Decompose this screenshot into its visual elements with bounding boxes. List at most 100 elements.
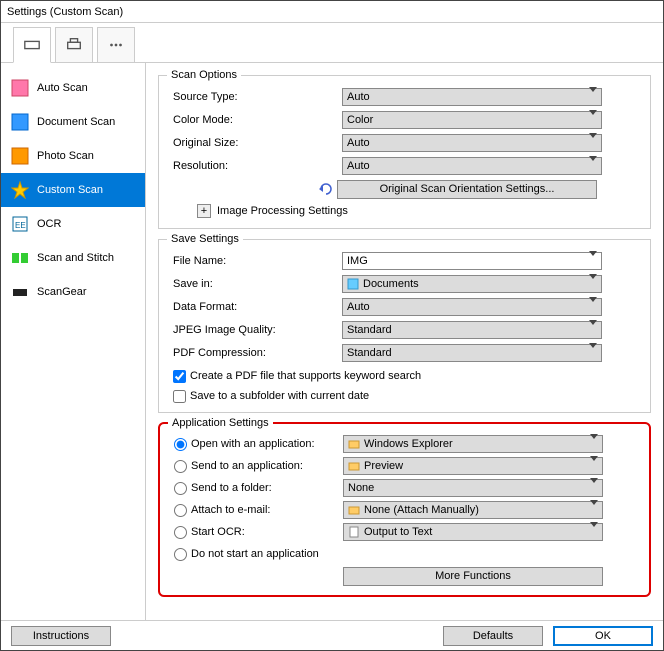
data-format-value: Auto (347, 301, 370, 313)
reload-icon[interactable] (317, 182, 337, 196)
sidebar-item-scangear[interactable]: ScanGear (1, 275, 145, 309)
sidebar-item-label: OCR (37, 218, 61, 230)
jpeg-quality-label: JPEG Image Quality: (167, 324, 342, 336)
orientation-settings-button[interactable]: Original Scan Orientation Settings... (337, 180, 597, 199)
chevron-down-icon (589, 348, 597, 360)
more-functions-button[interactable]: More Functions (343, 567, 603, 586)
resolution-value: Auto (347, 160, 370, 172)
folder-icon (348, 504, 360, 516)
sidebar-item-label: Scan and Stitch (37, 252, 114, 264)
sidebar-item-photo-scan[interactable]: Photo Scan (1, 139, 145, 173)
chevron-down-icon (589, 302, 597, 314)
chevron-down-icon (590, 505, 598, 517)
chevron-down-icon (590, 483, 598, 495)
do-not-start-label: Do not start an application (191, 548, 319, 560)
do-not-start-radio[interactable] (174, 548, 187, 561)
sidebar-item-auto-scan[interactable]: Auto Scan (1, 71, 145, 105)
chevron-down-icon (589, 115, 597, 127)
auto-scan-icon (11, 79, 29, 97)
color-mode-combo[interactable]: Color (342, 111, 602, 129)
defaults-button[interactable]: Defaults (443, 626, 543, 646)
file-name-value: IMG (347, 255, 368, 267)
open-with-value: Windows Explorer (364, 438, 453, 450)
save-in-label: Save in: (167, 278, 342, 290)
source-type-value: Auto (347, 91, 370, 103)
start-ocr-radio[interactable] (174, 526, 187, 539)
subfolder-label: Save to a subfolder with current date (190, 390, 369, 402)
sidebar-item-document-scan[interactable]: Document Scan (1, 105, 145, 139)
more-icon (107, 36, 125, 54)
toolbar-tab-scanner[interactable] (13, 27, 51, 63)
color-mode-value: Color (347, 114, 373, 126)
send-app-combo[interactable]: Preview (343, 457, 603, 475)
pdf-keyword-checkbox[interactable] (173, 370, 186, 383)
file-name-label: File Name: (167, 255, 342, 267)
main-panel: Scan Options Source Type: Auto Color Mod… (146, 63, 663, 620)
subfolder-checkbox[interactable] (173, 390, 186, 403)
original-size-combo[interactable]: Auto (342, 134, 602, 152)
data-format-combo[interactable]: Auto (342, 298, 602, 316)
sidebar-item-label: ScanGear (37, 286, 87, 298)
toolbar-tab-more[interactable] (97, 27, 135, 63)
data-format-label: Data Format: (167, 301, 342, 313)
instructions-button[interactable]: Instructions (11, 626, 111, 646)
stitch-icon (11, 249, 29, 267)
start-ocr-value: Output to Text (364, 526, 432, 538)
source-type-label: Source Type: (167, 91, 342, 103)
start-ocr-label: Start OCR: (191, 526, 245, 538)
save-in-combo[interactable]: Documents (342, 275, 602, 293)
sidebar-item-custom-scan[interactable]: Custom Scan (1, 173, 145, 207)
chevron-down-icon (589, 138, 597, 150)
file-name-combo[interactable]: IMG (342, 252, 602, 270)
resolution-combo[interactable]: Auto (342, 157, 602, 175)
ocr-icon: EE (11, 215, 29, 233)
pdf-keyword-label: Create a PDF file that supports keyword … (190, 370, 421, 382)
source-type-combo[interactable]: Auto (342, 88, 602, 106)
save-in-value: Documents (363, 278, 419, 290)
toolbar-tab-printer[interactable] (55, 27, 93, 63)
sidebar: Auto Scan Document Scan Photo Scan Custo… (1, 63, 146, 620)
send-app-radio[interactable] (174, 460, 187, 473)
footer: Instructions Defaults OK (1, 620, 663, 650)
pdf-compression-value: Standard (347, 347, 392, 359)
chevron-down-icon (590, 439, 598, 451)
sidebar-item-label: Auto Scan (37, 82, 88, 94)
attach-email-label: Attach to e-mail: (191, 504, 270, 516)
chevron-down-icon (589, 92, 597, 104)
open-with-radio[interactable] (174, 438, 187, 451)
send-app-label: Send to an application: (191, 460, 303, 472)
text-file-icon (348, 526, 360, 538)
scan-options-group: Scan Options Source Type: Auto Color Mod… (158, 69, 651, 229)
sidebar-item-ocr[interactable]: EE OCR (1, 207, 145, 241)
chevron-down-icon (589, 161, 597, 173)
jpeg-quality-combo[interactable]: Standard (342, 321, 602, 339)
send-folder-combo[interactable]: None (343, 479, 603, 497)
resolution-label: Resolution: (167, 160, 342, 172)
printer-icon (65, 36, 83, 54)
scan-options-legend: Scan Options (167, 69, 241, 81)
chevron-down-icon (590, 461, 598, 473)
application-settings-legend: Application Settings (168, 417, 273, 429)
chevron-down-icon (589, 256, 597, 268)
pdf-compression-combo[interactable]: Standard (342, 344, 602, 362)
start-ocr-combo[interactable]: Output to Text (343, 523, 603, 541)
save-settings-legend: Save Settings (167, 233, 243, 245)
open-with-combo[interactable]: Windows Explorer (343, 435, 603, 453)
settings-window: Settings (Custom Scan) Auto Scan Documen… (0, 0, 664, 651)
chevron-down-icon (590, 527, 598, 539)
attach-email-radio[interactable] (174, 504, 187, 517)
photo-scan-icon (11, 147, 29, 165)
ok-button[interactable]: OK (553, 626, 653, 646)
scangear-icon (11, 283, 29, 301)
send-folder-value: None (348, 482, 374, 494)
chevron-down-icon (589, 279, 597, 291)
explorer-icon (348, 438, 360, 450)
document-scan-icon (11, 113, 29, 131)
plus-icon: + (197, 204, 211, 218)
chevron-down-icon (589, 325, 597, 337)
image-processing-expander[interactable]: + Image Processing Settings (197, 204, 642, 218)
toolbar (1, 23, 663, 63)
send-folder-radio[interactable] (174, 482, 187, 495)
sidebar-item-scan-stitch[interactable]: Scan and Stitch (1, 241, 145, 275)
attach-email-combo[interactable]: None (Attach Manually) (343, 501, 603, 519)
